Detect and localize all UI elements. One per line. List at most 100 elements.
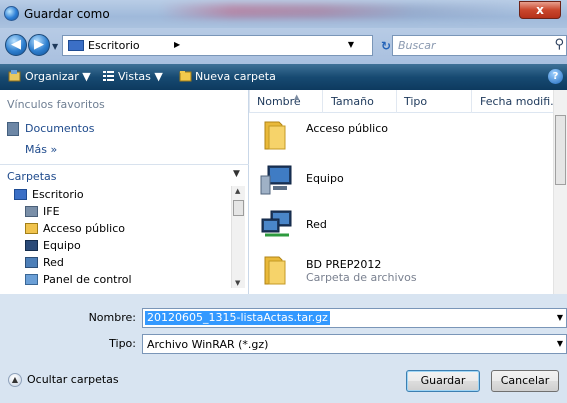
computer-icon (260, 165, 292, 195)
tree-item-label: IFE (43, 205, 60, 218)
tree-item-label: Red (43, 256, 64, 269)
views-label: Vistas (118, 70, 151, 83)
window-title: Guardar como (24, 7, 110, 21)
folders-scroll-thumb[interactable] (233, 200, 244, 216)
filename-field[interactable]: 20120605_1315-listaActas.tar.gz ▼ (142, 308, 567, 328)
file-list-pane: ▲ Nombre Tamaño Tipo Fecha modifi... Acc… (249, 90, 567, 294)
column-nombre[interactable]: ▲ Nombre (257, 93, 301, 108)
folder-icon (264, 256, 286, 285)
title-bar-glass (160, 4, 520, 18)
organize-icon (8, 70, 21, 82)
folders-section-header[interactable]: Carpetas ▼ (0, 164, 249, 183)
column-separator[interactable] (322, 90, 323, 113)
file-list-scroll-thumb[interactable] (555, 115, 566, 185)
tree-item-label: Equipo (43, 239, 81, 252)
desktop-folder-icon (68, 40, 84, 51)
desktop-icon (14, 189, 27, 200)
new-folder-icon (179, 71, 192, 82)
file-type-description: Carpeta de archivos (306, 271, 417, 284)
file-name: Equipo (306, 172, 344, 185)
breadcrumb-arrow-icon[interactable]: ▶ (174, 40, 180, 49)
file-list-scrollbar[interactable] (553, 90, 567, 294)
organize-button[interactable]: Organizar ▼ (25, 70, 91, 83)
title-bar: Guardar como x (0, 0, 567, 28)
tree-item-red[interactable]: Red (0, 256, 231, 270)
file-item-acceso-publico[interactable]: Acceso público (249, 113, 549, 159)
tree-item-acceso-publico[interactable]: Acceso público (0, 222, 231, 236)
back-button[interactable]: ◀ (5, 34, 27, 56)
save-options-panel: Nombre: 20120605_1315-listaActas.tar.gz … (0, 294, 567, 403)
filename-value: 20120605_1315-listaActas.tar.gz (145, 311, 330, 325)
hide-folders-label: Ocultar carpetas (27, 373, 119, 386)
organize-label: Organizar (25, 70, 79, 83)
globe-icon (4, 6, 19, 21)
arrow-right-icon: ▶ (34, 37, 44, 52)
tree-item-panel-de-control[interactable]: Panel de control (0, 273, 231, 287)
folder-icon (264, 121, 286, 150)
filetype-dropdown-icon[interactable]: ▼ (557, 339, 563, 348)
column-header-row: ▲ Nombre Tamaño Tipo Fecha modifi... (249, 90, 567, 113)
new-folder-button[interactable]: Nueva carpeta (195, 70, 276, 83)
network-icon (261, 210, 292, 237)
column-fecha[interactable]: Fecha modifi... (480, 95, 561, 108)
search-input[interactable]: Buscar ⚲ (392, 35, 567, 56)
tree-item-label: Panel de control (43, 273, 132, 286)
column-separator[interactable] (471, 90, 472, 113)
filetype-label: Tipo: (109, 337, 136, 350)
arrow-left-icon: ◀ (11, 37, 21, 52)
favorites-more-link[interactable]: Más » (25, 143, 57, 156)
user-folder-icon (25, 206, 38, 217)
file-item-bd-prep2012[interactable]: BD PREP2012 Carpeta de archivos (249, 248, 549, 294)
help-icon[interactable]: ? (548, 69, 563, 84)
views-button[interactable]: Vistas ▼ (118, 70, 163, 83)
cancel-button[interactable]: Cancelar (491, 370, 559, 392)
favorites-header: Vínculos favoritos (7, 98, 105, 111)
favorite-documents[interactable]: Documentos (25, 122, 94, 135)
tree-item-label: Acceso público (43, 222, 125, 235)
search-placeholder: Buscar (398, 39, 436, 52)
scroll-up-icon[interactable]: ▲ (235, 187, 240, 195)
chevron-down-icon: ▼ (233, 169, 240, 179)
views-icon (103, 71, 114, 81)
file-item-red[interactable]: Red (249, 203, 549, 249)
folders-scrollbar[interactable]: ▲ ▼ (231, 186, 245, 288)
control-panel-icon (25, 274, 38, 285)
column-separator (249, 90, 250, 113)
file-name: Acceso público (306, 122, 388, 135)
file-name: BD PREP2012 (306, 258, 382, 271)
tree-item-escritorio[interactable]: Escritorio (0, 188, 231, 202)
address-row: ◀ ▶ ▼ Escritorio ▶ ▼ ↻ Buscar ⚲ (0, 28, 567, 64)
tree-item-equipo[interactable]: Equipo (0, 239, 231, 253)
column-separator[interactable] (396, 90, 397, 113)
refresh-icon[interactable]: ↻ (381, 39, 391, 53)
scroll-down-icon[interactable]: ▼ (235, 279, 240, 287)
address-location: Escritorio (88, 39, 140, 52)
folder-icon (25, 223, 38, 234)
filename-label: Nombre: (88, 311, 136, 324)
file-item-equipo[interactable]: Equipo (249, 158, 549, 204)
search-icon[interactable]: ⚲ (554, 37, 564, 52)
history-dropdown-icon[interactable]: ▼ (52, 42, 58, 51)
save-as-dialog: Guardar como x ◀ ▶ ▼ Escritorio ▶ ▼ ↻ Bu… (0, 0, 567, 403)
documents-icon (7, 122, 19, 136)
close-button[interactable]: x (519, 1, 561, 19)
save-button[interactable]: Guardar (406, 370, 480, 392)
column-tamano[interactable]: Tamaño (331, 95, 374, 108)
sort-caret-icon: ▲ (294, 93, 300, 101)
command-toolbar: Organizar ▼ Vistas ▼ Nueva carpeta ? (0, 64, 567, 90)
filename-dropdown-icon[interactable]: ▼ (557, 313, 563, 322)
file-name: Red (306, 218, 327, 231)
address-bar[interactable]: Escritorio ▶ ▼ (62, 35, 373, 56)
column-tipo[interactable]: Tipo (404, 95, 427, 108)
collapse-arrow-icon: ▲ (8, 373, 22, 387)
computer-icon (25, 240, 38, 251)
tree-item-ife[interactable]: IFE (0, 205, 231, 219)
tree-item-label: Escritorio (32, 188, 84, 201)
navigation-pane: Vínculos favoritos Documentos Más » Carp… (0, 90, 249, 294)
address-dropdown-icon[interactable]: ▼ (348, 40, 354, 49)
network-icon (25, 257, 38, 268)
folders-header: Carpetas (7, 170, 57, 183)
filetype-select[interactable]: Archivo WinRAR (*.gz) ▼ (142, 334, 567, 354)
filetype-value: Archivo WinRAR (*.gz) (147, 338, 269, 351)
forward-button[interactable]: ▶ (28, 34, 50, 56)
